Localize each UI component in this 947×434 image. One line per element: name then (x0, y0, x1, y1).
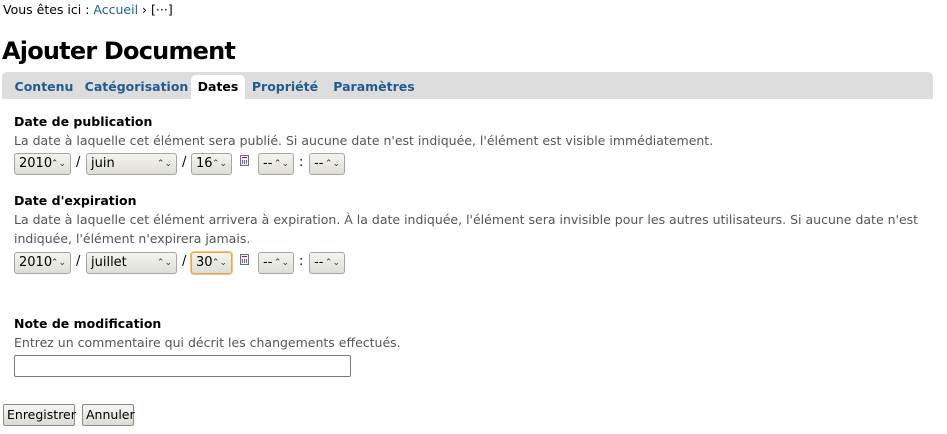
save-button[interactable]: Enregistrer (3, 404, 76, 426)
time-separator: : (299, 155, 304, 170)
page: Vous êtes ici : Accueil › [···] Ajouter … (0, 0, 947, 434)
publication-hour-select[interactable]: -- ⌃⌄ (258, 153, 294, 175)
expiration-month-value: juillet (91, 255, 127, 270)
expiration-date-help: La date à laquelle cet élément arrivera … (14, 212, 919, 246)
tab-parametres[interactable]: Paramètres (325, 75, 423, 99)
publication-hour-value: -- (263, 156, 273, 171)
tab-propriete[interactable]: Propriété (245, 75, 325, 99)
publication-date-label: Date de publication (14, 114, 153, 129)
select-arrows-icon: ⌃⌄ (211, 258, 227, 268)
page-title: Ajouter Document (2, 37, 236, 65)
change-note-input[interactable] (14, 355, 351, 377)
calendar-icon[interactable] (240, 254, 249, 265)
calendar-icon[interactable] (240, 155, 249, 166)
publication-year-value: 2010 (19, 156, 53, 171)
publication-minute-select[interactable]: -- ⌃⌄ (309, 153, 345, 175)
expiration-year-select[interactable]: 2010 ⌃⌄ (14, 252, 71, 274)
select-arrows-icon: ⌃⌄ (324, 258, 340, 268)
breadcrumb: Vous êtes ici : Accueil › [···] (3, 2, 173, 17)
expiration-month-select[interactable]: juillet ⌃⌄ (86, 252, 177, 274)
change-note-help: Entrez un commentaire qui décrit les cha… (14, 335, 401, 350)
tab-bar: Contenu Catégorisation Dates Propriété P… (2, 72, 933, 99)
expiration-hour-value: -- (263, 255, 273, 270)
tab-contenu[interactable]: Contenu (6, 75, 82, 99)
select-arrows-icon: ⌃⌄ (273, 258, 289, 268)
publication-month-select[interactable]: juin ⌃⌄ (86, 153, 177, 175)
expiration-day-value: 30 (196, 255, 213, 270)
publication-month-value: juin (91, 156, 115, 171)
expiration-hour-select[interactable]: -- ⌃⌄ (258, 252, 294, 274)
publication-minute-value: -- (314, 156, 324, 171)
expiration-day-select[interactable]: 30 ⌃⌄ (191, 252, 232, 274)
expiration-date-label: Date d'expiration (14, 193, 137, 208)
select-arrows-icon: ⌃⌄ (211, 159, 227, 169)
select-arrows-icon: ⌃⌄ (273, 159, 289, 169)
select-arrows-icon: ⌃⌄ (50, 159, 66, 169)
expiration-minute-select[interactable]: -- ⌃⌄ (309, 252, 345, 274)
breadcrumb-current: [···] (151, 2, 173, 17)
date-separator: / (182, 155, 187, 170)
date-separator: / (76, 155, 81, 170)
change-note-label: Note de modification (14, 316, 162, 331)
tab-dates[interactable]: Dates (191, 75, 245, 99)
breadcrumb-separator: › (142, 2, 148, 17)
tab-categorisation[interactable]: Catégorisation (82, 75, 191, 99)
expiration-year-value: 2010 (19, 255, 53, 270)
date-separator: / (182, 254, 187, 269)
cancel-button[interactable]: Annuler (82, 404, 135, 426)
date-separator: / (76, 254, 81, 269)
publication-date-help: La date à laquelle cet élément sera publ… (14, 133, 714, 148)
select-arrows-icon: ⌃⌄ (50, 258, 66, 268)
select-arrows-icon: ⌃⌄ (156, 159, 172, 169)
time-separator: : (299, 254, 304, 269)
publication-day-select[interactable]: 16 ⌃⌄ (191, 153, 232, 175)
select-arrows-icon: ⌃⌄ (156, 258, 172, 268)
select-arrows-icon: ⌃⌄ (324, 159, 340, 169)
publication-day-value: 16 (196, 156, 213, 171)
expiration-minute-value: -- (314, 255, 324, 270)
publication-year-select[interactable]: 2010 ⌃⌄ (14, 153, 71, 175)
breadcrumb-prefix: Vous êtes ici : (3, 2, 90, 17)
breadcrumb-home-link[interactable]: Accueil (93, 2, 138, 17)
